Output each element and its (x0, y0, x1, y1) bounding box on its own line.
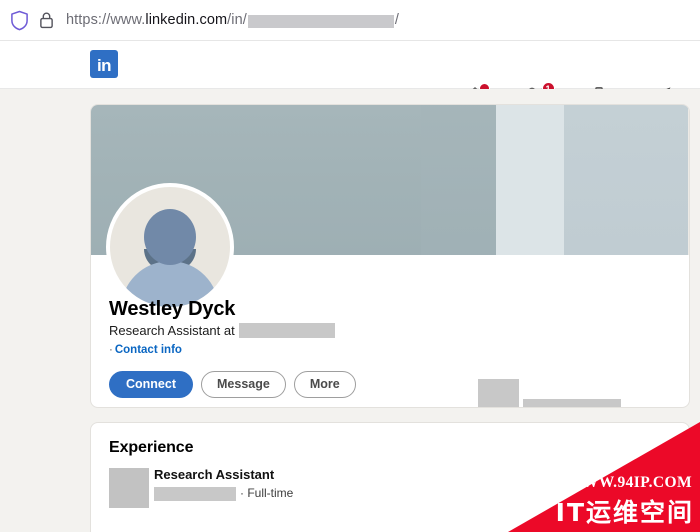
connect-button[interactable]: Connect (109, 371, 193, 398)
linkedin-global-nav: in Search Home (0, 41, 700, 119)
more-button[interactable]: More (293, 371, 356, 398)
shield-icon[interactable] (10, 10, 29, 31)
screenshot-root: https://www.linkedin.com/in// in Search (0, 0, 700, 532)
contact-info-link[interactable]: Contact info (115, 344, 182, 356)
message-button[interactable]: Message (201, 371, 286, 398)
profile-headline: Research Assistant at (109, 323, 335, 338)
contact-separator: · (109, 344, 113, 356)
experience-role-title: Research Assistant (154, 467, 275, 482)
browser-url-bar[interactable]: https://www. linkedin.com/in/ / (0, 0, 700, 41)
url-redacted-block (247, 14, 394, 28)
url-prefix: https://www. (66, 12, 146, 28)
profile-redacted-square (478, 379, 519, 407)
contact-info-row: · Contact info (109, 343, 182, 357)
experience-company-logo-redacted (109, 468, 149, 508)
url-suffix: / (394, 12, 400, 28)
linkedin-logo[interactable]: in (90, 50, 118, 78)
profile-company-redacted-block (238, 323, 335, 338)
profile-info: Westley Dyck Research Assistant at · Cont… (91, 255, 689, 407)
experience-card: Experience Research Assistant · Full-tim… (90, 422, 690, 532)
url-text[interactable]: https://www. linkedin.com/in/ / (66, 12, 399, 28)
profile-card: Westley Dyck Research Assistant at · Cont… (90, 104, 690, 408)
profile-headline-text: Research Assistant at (109, 323, 235, 338)
profile-redacted-bar (523, 399, 621, 407)
banner-strip-region (496, 105, 564, 255)
page-title: Westley Dyck (109, 298, 236, 320)
linkedin-logo-text: in (96, 55, 112, 75)
url-domain: linkedin.com (145, 12, 228, 28)
banner-right-edge (688, 105, 689, 255)
experience-company-redacted-block (154, 486, 236, 501)
experience-meta: · Full-time (154, 486, 293, 501)
experience-employment-type: · Full-time (240, 486, 294, 500)
url-path: /in/ (227, 12, 247, 28)
page-content: Westley Dyck Research Assistant at · Cont… (0, 89, 700, 532)
profile-actions: Connect Message More (109, 371, 356, 398)
experience-section-title: Experience (109, 439, 194, 456)
lock-icon[interactable] (39, 11, 54, 29)
banner-panel-region (564, 105, 688, 255)
